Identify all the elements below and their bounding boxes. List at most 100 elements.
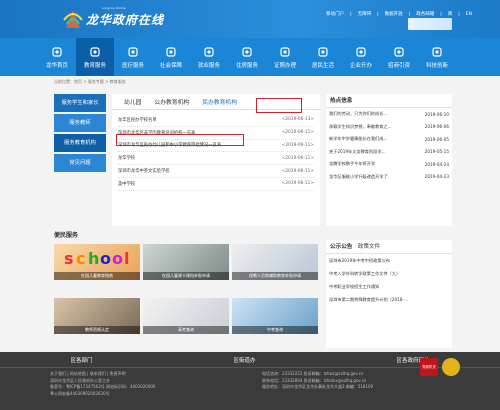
convenience-section: 便民服务 school 在园儿童教育指南 在园儿童建卡建档补贴申请 保教人员和辅… [54, 230, 452, 350]
toplink-gov-mail[interactable]: 政务邮箱 [416, 11, 434, 17]
medical-cross-icon [127, 46, 139, 58]
document-list: 龙华区民办学校名单 <2019-06-13> 深圳市龙华区非学历教育培训机构一览表 <… [112, 110, 320, 191]
notice-item[interactable]: 中考入学外科转学政策工作文件（九） [326, 267, 452, 280]
nav-item-label: 招商引资 [387, 62, 410, 69]
nav-item-label: 医疗服务 [121, 62, 144, 69]
nav-item-1[interactable]: 教育服务 [76, 38, 114, 76]
footer-tab-streets[interactable]: 区街道办 [233, 356, 255, 364]
handshake-icon [393, 46, 405, 58]
tab-public-institutions[interactable]: 公办教育机构 [154, 97, 189, 109]
hot-news-item[interactable]: 龙华区服能小学升级改造开学了 2019-04-23 [326, 171, 452, 184]
hot-news-item[interactable]: 新学年中学健康能长在我们成... 2019-06-05 [326, 133, 452, 146]
logo-title: 龙华政府在线 [86, 13, 165, 27]
service-tile-zhongkao[interactable]: 中考查询 [232, 297, 318, 334]
graduation-cap-icon [89, 46, 101, 58]
nav-item-2[interactable]: 医疗服务 [114, 38, 152, 76]
shield-icon [165, 46, 177, 58]
list-item[interactable]: 龙华区民办学校名单 <2019-06-13> [118, 114, 314, 127]
service-tile-gaokao[interactable]: 高考查询 [143, 297, 229, 334]
nav-item-3[interactable]: 社会保障 [152, 38, 190, 76]
hot-news-title-text: 龙华区服能小学升级改造开学了 [329, 173, 388, 179]
notice-item[interactable]: 深圳市第二期特殊教育提升计划（2018-... [326, 293, 452, 306]
nav-item-10[interactable]: 科技创新 [418, 38, 456, 76]
list-item-date: <2019-06-11> [281, 142, 314, 148]
sidebar-item-institutions[interactable]: 服务教育机构 [54, 134, 106, 152]
list-item-date: <2019-06-11> [281, 130, 314, 136]
toplink-open-data[interactable]: 数据开放 [385, 11, 403, 17]
nav-item-9[interactable]: 招商引资 [380, 38, 418, 76]
school-sign-image: school [64, 249, 129, 268]
footer-contact: 电话咨询：23332222 投诉邮箱：lzhwz@szlhq.gov.cn 联系… [262, 371, 374, 389]
main-content: 服务学生和家长 服务教师 服务教育机构 常见问题 幼儿园 公办教育机构 民办教育… [54, 94, 452, 226]
hot-news-title-text: 关于2019年义务教育阶段学... [329, 148, 386, 154]
nav-item-label: 科技创新 [425, 62, 448, 69]
service-tile-guide[interactable]: school 在园儿童教育指南 [54, 244, 140, 280]
svg-text:o: o [100, 249, 111, 268]
hot-news-date: 2019-06-10 [424, 111, 449, 117]
nav-item-label: 就业服务 [197, 62, 220, 69]
hot-news-item[interactable]: 龙腾学校携手今年将开学 2019-04-24 [326, 158, 452, 171]
footer-tab-departments[interactable]: 区各部门 [70, 356, 92, 364]
briefcase-icon [203, 46, 215, 58]
nav-item-5[interactable]: 住房服务 [228, 38, 266, 76]
tab-announcements[interactable]: 公示公告 [330, 244, 352, 250]
building-icon [355, 46, 367, 58]
toplink-english[interactable]: EN [466, 12, 472, 17]
list-item[interactable]: 美中学校 <2019-06-11> [118, 178, 314, 191]
list-item-title: 龙华学校 [118, 156, 136, 162]
list-item-title: 龙华区民办学校名单 [118, 117, 157, 123]
tab-policy-documents[interactable]: 政策文件 [358, 244, 380, 250]
list-item[interactable]: 龙华学校 <2019-06-11> [118, 152, 314, 166]
service-tile-staff-subsidy[interactable]: 保教人员和辅助教育补贴申请 [232, 244, 318, 280]
list-item[interactable]: 深圳市龙华中英文实验学校 <2019-06-11> [118, 165, 314, 178]
service-tile-teacher-cert[interactable]: 教师资格认定 [54, 297, 140, 334]
hot-news-panel: 热点信息 我们的劳动，只为你们的成长... 2019-06-10 承载学生知识梦想，… [326, 94, 452, 226]
hot-news-title-text: 新学年中学健康能长在我们成... [329, 136, 388, 142]
hot-news-date: 2019-06-05 [424, 136, 449, 142]
svg-text:l: l [124, 249, 129, 268]
hot-news-item[interactable]: 我们的劳动，只为你们的成长... 2019-06-10 [326, 108, 452, 121]
nav-item-6[interactable]: 证照办理 [266, 38, 304, 76]
atom-icon [431, 46, 443, 58]
gov-org-badge-icon[interactable]: 党政机关 [420, 358, 438, 376]
top-links: 移动门户 | 无障碍 | 数据开放 | 政务邮箱 | 简 | EN [326, 11, 472, 18]
hot-news-item[interactable]: 承载学生知识梦想，奉献教育之... 2019-06-06 [326, 121, 452, 134]
highlight-box-row [116, 134, 244, 146]
hot-news-date: 2019-04-23 [424, 174, 449, 180]
notice-list: 深圳市2019年中考中招政策公布 中考入学外科转学政策工作文件（九） 中考职业学校招… [326, 254, 452, 306]
toplink-simplified[interactable]: 简 [448, 11, 453, 17]
toplink-accessibility[interactable]: 无障碍 [358, 11, 372, 17]
house-icon [241, 46, 253, 58]
header-banner-graphic [408, 18, 452, 30]
id-card-icon [279, 46, 291, 58]
notice-item[interactable]: 中考职业学校招生工作通知 [326, 280, 452, 293]
svg-text:h: h [88, 249, 99, 268]
sidebar-item-faq[interactable]: 常见问题 [54, 154, 106, 172]
nav-item-7[interactable]: 居民生活 [304, 38, 342, 76]
service-tile-subsidy[interactable]: 在园儿童建卡建档补贴申请 [143, 244, 229, 280]
sidebar: 服务学生和家长 服务教师 服务教育机构 常见问题 [54, 94, 106, 174]
hot-news-title-text: 我们的劳动，只为你们的成长... [329, 111, 388, 117]
sidebar-item-students[interactable]: 服务学生和家长 [54, 94, 106, 112]
hot-news-title-text: 龙腾学校携手今年将开学 [329, 161, 376, 167]
seal-icon[interactable] [442, 358, 460, 376]
logo-emblem-icon [63, 10, 83, 28]
nav-item-label: 居民生活 [311, 62, 334, 69]
svg-text:o: o [112, 249, 123, 268]
logo-subtitle: Longhua Online [102, 6, 126, 10]
site-logo[interactable]: Longhua Online 龙华政府在线 [62, 6, 174, 32]
notice-item[interactable]: 深圳市2019年中考中招政策公布 [326, 254, 452, 267]
nav-item-8[interactable]: 企业开办 [342, 38, 380, 76]
nav-item-0[interactable]: 龙华首页 [38, 38, 76, 76]
sidebar-item-teachers[interactable]: 服务教师 [54, 114, 106, 132]
toplink-mobile[interactable]: 移动门户 [326, 11, 344, 17]
nav-item-label: 证照办理 [273, 62, 296, 69]
list-panel: 幼儿园 公办教育机构 民办教育机构 龙华区民办学校名单 <2019-06-13> 深… [112, 94, 320, 226]
hot-news-item[interactable]: 关于2019年义务教育阶段学... 2019-05-15 [326, 146, 452, 159]
tab-private-institutions[interactable]: 民办教育机构 [202, 97, 237, 109]
tab-kindergarten[interactable]: 幼儿园 [124, 97, 141, 109]
notice-panel: 公示公告 政策文件 深圳市2019年中考中招政策公布 中考入学外科转学政策工作文件… [326, 240, 452, 348]
hot-news-list: 我们的劳动，只为你们的成长... 2019-06-10 承载学生知识梦想，奉献教育之… [326, 108, 452, 183]
footer-police: 粤公网安备44030902002630号 [50, 390, 110, 396]
nav-item-4[interactable]: 就业服务 [190, 38, 228, 76]
